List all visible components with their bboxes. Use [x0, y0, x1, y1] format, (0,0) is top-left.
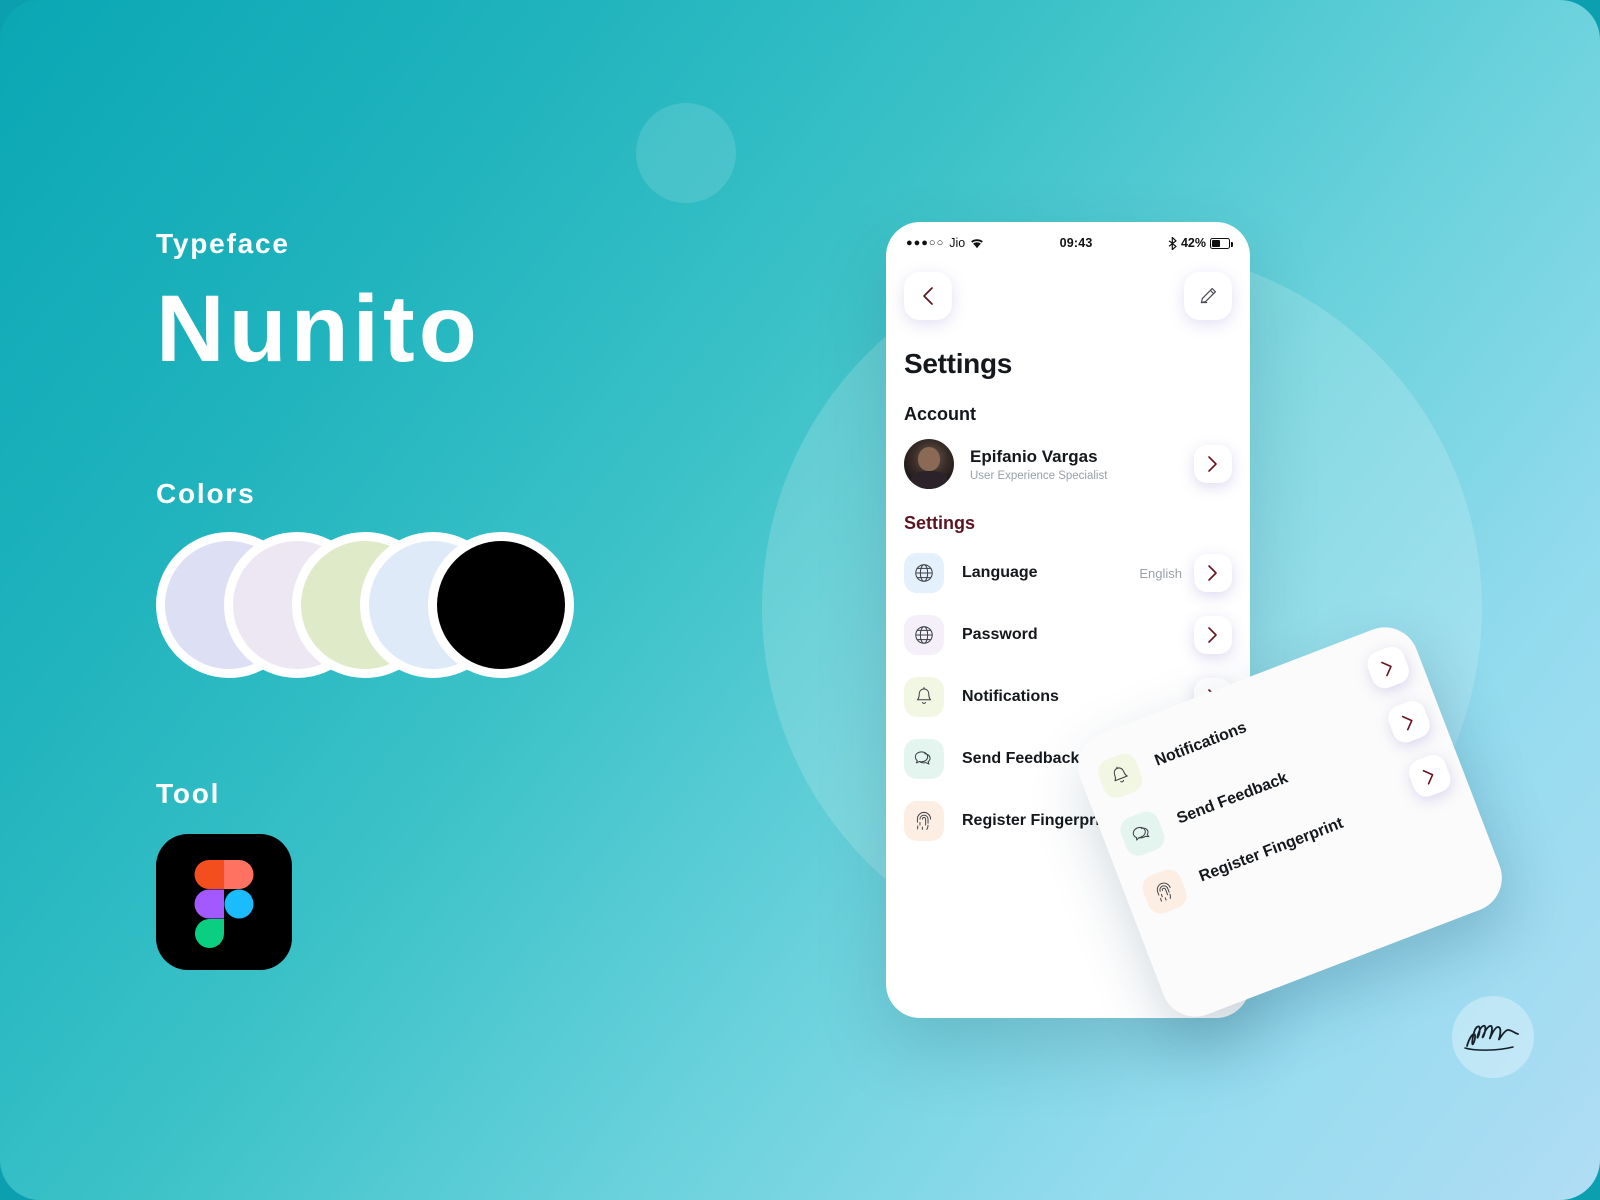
pencil-icon [1200, 288, 1216, 304]
chevron-left-icon [923, 287, 933, 305]
wifi-icon [971, 238, 984, 248]
floating-card-item-icon-tile [1116, 807, 1169, 860]
back-button[interactable] [904, 272, 952, 320]
fingerprint-icon [1156, 882, 1171, 902]
chevron-right-icon [1381, 661, 1392, 677]
tool-section: Tool [156, 778, 292, 970]
chevron-right-icon [1422, 769, 1434, 785]
floating-card-item-label: Notifications [1152, 719, 1249, 770]
tool-label: Tool [156, 778, 221, 809]
list-item-label: Password [962, 626, 1038, 643]
list-item-icon-tile [904, 553, 944, 593]
status-bar: ●●●○○ Jio 09:43 42% [886, 222, 1250, 258]
account-row[interactable]: Epifanio Vargas User Experience Speciali… [886, 425, 1250, 489]
list-item-label: Send Feedback [962, 750, 1080, 767]
chevron-right-icon [1208, 456, 1217, 472]
chevron-button-inner [1194, 445, 1232, 483]
bell-icon [916, 687, 932, 704]
settings-section-heading: Settings [904, 513, 976, 533]
edit-button[interactable] [1184, 272, 1232, 320]
chevron-right-icon [1208, 565, 1217, 581]
chat-bubble-icon [1132, 826, 1150, 841]
list-item-label: Notifications [962, 688, 1059, 705]
typeface-label: Typeface [156, 228, 290, 259]
floating-card-item-icon-tile [1138, 865, 1191, 918]
battery-percent-label: 42% [1180, 236, 1206, 250]
globe-icon [915, 564, 933, 582]
account-role: User Experience Specialist [970, 469, 1108, 482]
design-canvas: Typeface Nunito Colors Tool ●●●○○ Jio 09… [0, 0, 1600, 1200]
account-text: Epifanio Vargas User Experience Speciali… [970, 447, 1107, 482]
list-item[interactable]: Password [886, 604, 1250, 666]
bell-icon [1113, 766, 1128, 783]
floating-card-item-icon-tile [1094, 749, 1147, 802]
carrier-label: Jio [949, 236, 966, 250]
list-item-label: Register Fingerprint [962, 812, 1115, 829]
status-bar-left: ●●●○○ Jio [906, 236, 984, 250]
bluetooth-icon [1168, 236, 1177, 250]
list-item-icon-tile [904, 739, 944, 779]
list-item-icon-tile [904, 677, 944, 717]
avatar [904, 439, 954, 489]
typeface-name: Nunito [156, 276, 481, 382]
color-swatch-row [156, 532, 576, 682]
fingerprint-icon [916, 811, 932, 830]
list-item-label: Language [962, 564, 1038, 581]
chevron-button-inner [1194, 616, 1232, 654]
signal-dots-icon: ●●●○○ [906, 237, 945, 249]
chevron-right-icon [1401, 715, 1413, 731]
signature-badge [1452, 996, 1534, 1078]
globe-icon [915, 626, 933, 644]
floating-card-item-label: Send Feedback [1174, 769, 1291, 828]
nav-row [886, 258, 1250, 320]
chat-bubble-icon [914, 751, 931, 765]
account-chevron-button[interactable] [1194, 445, 1232, 483]
colors-section: Colors [156, 478, 576, 682]
list-item-chevron-button[interactable] [1194, 616, 1232, 654]
list-item-icon-tile [904, 615, 944, 655]
chevron-right-icon [1208, 627, 1217, 643]
account-section-heading: Account [904, 404, 976, 424]
status-bar-right: 42% [1168, 236, 1233, 250]
figma-logo [156, 834, 292, 970]
list-item-value: English [1139, 565, 1182, 581]
list-item[interactable]: Language English [886, 542, 1250, 604]
list-item-icon-tile [904, 801, 944, 841]
battery-fill [1212, 239, 1220, 247]
status-bar-time: 09:43 [1059, 236, 1093, 250]
colors-label: Colors [156, 478, 256, 509]
signature-icon [1464, 1024, 1519, 1051]
battery-icon [1210, 237, 1233, 249]
color-swatch-black [428, 532, 574, 678]
figma-glyph-icon [194, 860, 254, 948]
typeface-section: Typeface Nunito [156, 228, 481, 377]
page-title: Settings [904, 348, 1013, 379]
account-name: Epifanio Vargas [970, 446, 1098, 466]
left-spec-column: Typeface Nunito Colors Tool [156, 0, 716, 1200]
list-item-chevron-button[interactable] [1194, 554, 1232, 592]
chevron-button-inner [1194, 554, 1232, 592]
